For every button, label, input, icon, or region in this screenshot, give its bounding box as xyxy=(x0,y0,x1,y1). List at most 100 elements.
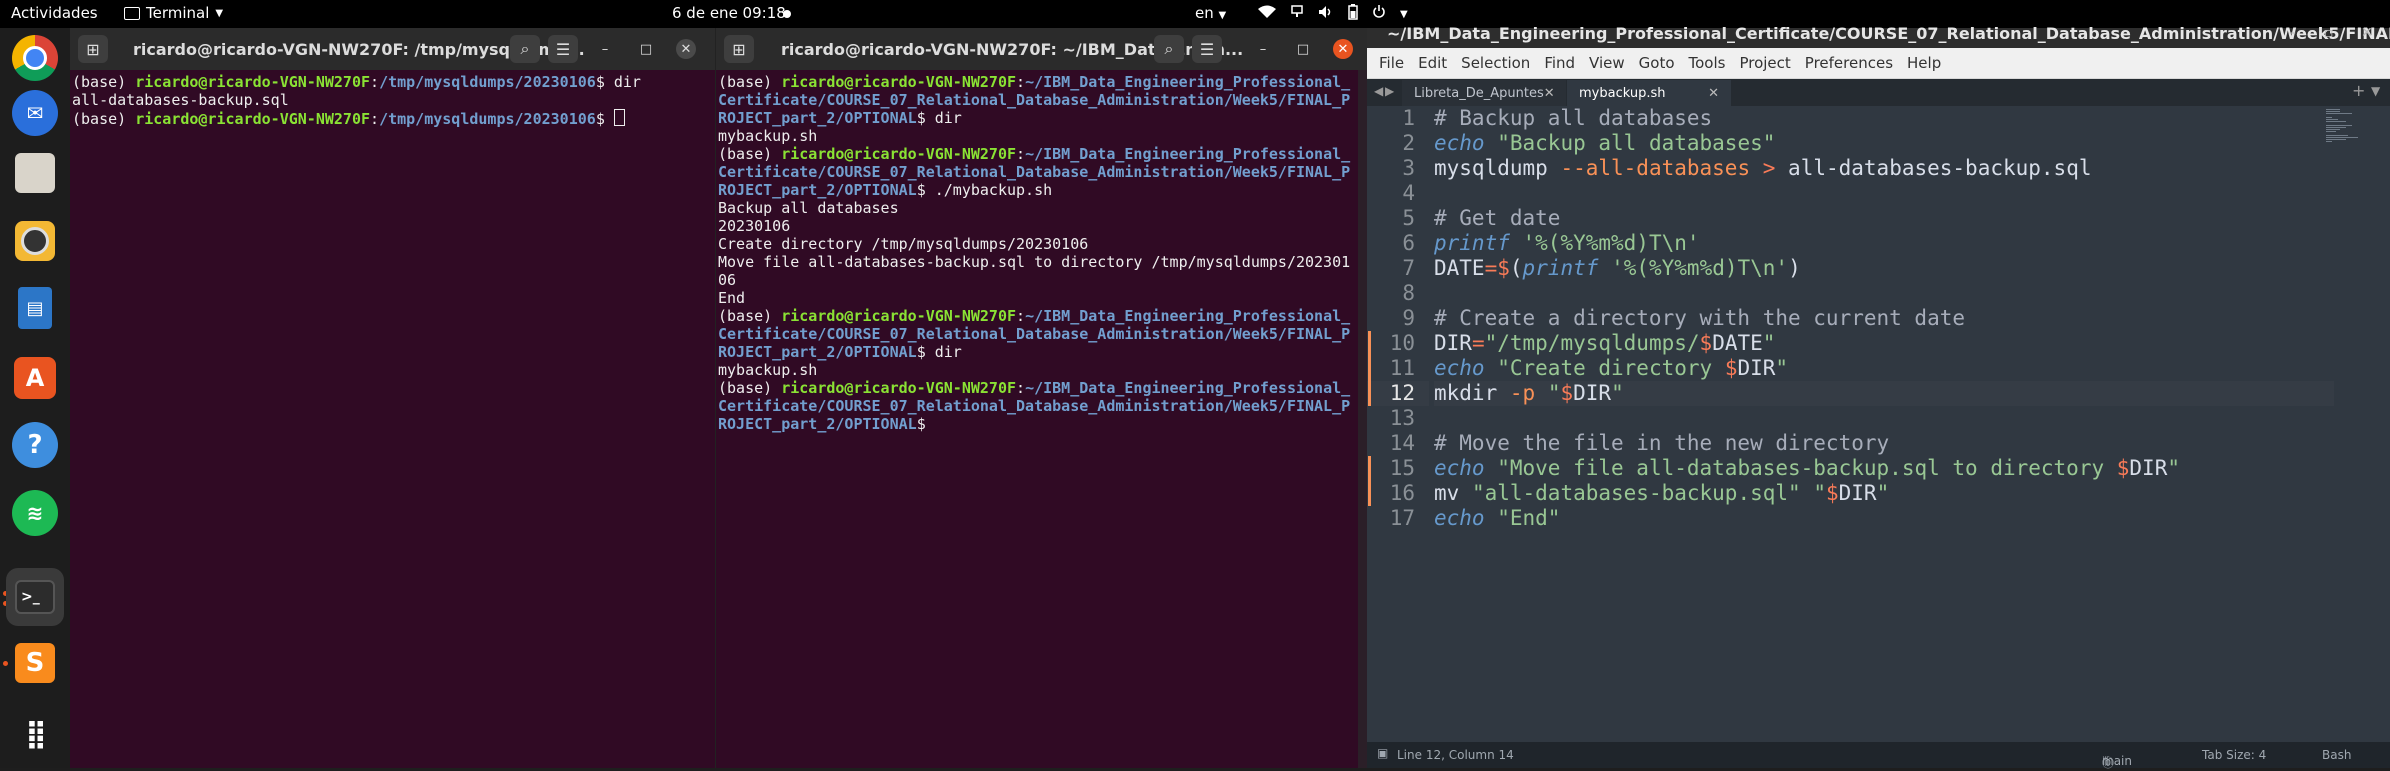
dock: ✉ ▤ A ? ≋ >_ S ⣿ xyxy=(0,28,70,768)
menu-tools[interactable]: Tools xyxy=(1689,54,1726,72)
menu-view[interactable]: View xyxy=(1589,54,1625,72)
tab-nav-right-icon[interactable]: ▶ xyxy=(1385,84,1394,98)
code-token: all-databases-backup.sql xyxy=(1775,156,2092,180)
tab-nav-left-icon[interactable]: ◀ xyxy=(1374,84,1383,98)
close-button[interactable]: ✕ xyxy=(2361,25,2373,41)
search-button[interactable]: ⌕ xyxy=(510,35,540,63)
terminal-line: (base) ricardo@ricardo-VGN-NW270F:~/IBM_… xyxy=(718,73,1354,91)
system-tray[interactable]: ▼ xyxy=(1258,4,1408,24)
search-icon: ⌕ xyxy=(1164,39,1174,58)
sublime-window[interactable]: ~/IBM_Data_Engineering_Professional_Cert… xyxy=(1367,24,2390,770)
close-button[interactable]: ✕ xyxy=(676,39,696,59)
text-cursor xyxy=(613,109,625,126)
dock-rhythmbox[interactable] xyxy=(10,216,60,266)
app-menu[interactable]: Terminal ▼ xyxy=(124,4,223,22)
code-token: DATE xyxy=(1712,331,1763,355)
maximize-button[interactable]: ▫ xyxy=(2324,25,2334,41)
terminal-window-right[interactable]: ⊞ ricardo@ricardo-VGN-NW270F: ~/IBM_Data… xyxy=(715,28,1368,768)
dock-spotify[interactable]: ≋ xyxy=(10,488,60,538)
menu-find[interactable]: Find xyxy=(1544,54,1575,72)
code-token: # Backup all databases xyxy=(1434,106,1713,130)
line-number: 3 xyxy=(1402,156,1415,180)
running-indicator xyxy=(3,661,8,666)
tab-libreta[interactable]: Libreta_De_Apuntes ✕ xyxy=(1402,80,1566,106)
code-area[interactable]: # Backup all databases echo "Backup all d… xyxy=(1434,106,2334,531)
sublime-title: ~/IBM_Data_Engineering_Professional_Cert… xyxy=(1387,24,2390,43)
code-token: echo xyxy=(1434,456,1485,480)
new-tab-icon[interactable]: + xyxy=(2352,81,2365,100)
syntax-selector[interactable]: Bash xyxy=(2322,748,2351,762)
dock-mail[interactable]: ✉ xyxy=(10,88,60,138)
activities-button[interactable]: Actividades xyxy=(11,4,98,22)
dock-chrome[interactable] xyxy=(10,33,60,83)
dock-show-apps[interactable]: ⣿ xyxy=(10,708,60,758)
code-token: echo xyxy=(1434,131,1485,155)
menu-file[interactable]: File xyxy=(1379,54,1404,72)
prompt-path: Certificate/COURSE_07_Relational_Databas… xyxy=(718,397,1351,415)
tab-list-icon[interactable]: ▼ xyxy=(2371,84,2380,98)
wifi-icon xyxy=(1258,5,1276,23)
terminal-output[interactable]: (base) ricardo@ricardo-VGN-NW270F:/tmp/m… xyxy=(70,73,701,768)
code-token: mysqldump xyxy=(1434,156,1561,180)
minimap[interactable] xyxy=(2326,108,2388,144)
maximize-button[interactable]: □ xyxy=(1293,39,1313,59)
volume-icon xyxy=(1318,5,1334,23)
menu-edit[interactable]: Edit xyxy=(1418,54,1447,72)
mail-icon: ✉ xyxy=(12,90,58,136)
dock-sublime[interactable]: S xyxy=(10,638,60,688)
code-editor[interactable]: 1 2 3 4 5 6 7 8 9 10 11 12 13 14 15 16 17 # Backup all d… xyxy=(1367,106,2390,742)
tab-size[interactable]: Tab Size: 4 xyxy=(2202,748,2266,762)
code-token: DATE xyxy=(1434,256,1485,280)
search-button[interactable]: ⌕ xyxy=(1154,35,1184,63)
menu-selection[interactable]: Selection xyxy=(1461,54,1530,72)
command: $ ./mybackup.sh xyxy=(916,181,1053,199)
prompt-path: /tmp/mysqldumps/20230106 xyxy=(379,110,596,128)
dock-files[interactable] xyxy=(10,148,60,198)
hamburger-menu-button[interactable]: ☰ xyxy=(548,35,578,63)
menu-preferences[interactable]: Preferences xyxy=(1805,54,1893,72)
minimize-button[interactable]: – xyxy=(1253,39,1273,59)
dock-software[interactable]: A xyxy=(10,353,60,403)
code-token: # Create a directory with the current da… xyxy=(1434,306,1966,330)
prompt-path: /tmp/mysqldumps/20230106 xyxy=(379,73,596,91)
menu-project[interactable]: Project xyxy=(1739,54,1790,72)
output-text: mybackup.sh xyxy=(718,361,818,379)
close-tab-icon[interactable]: ✕ xyxy=(1544,86,1555,101)
maximize-button[interactable]: □ xyxy=(636,39,656,59)
dock-writer[interactable]: ▤ xyxy=(10,283,60,333)
status-bar: ▣ Line 12, Column 14 ᛘ main ⓪ Tab Size: … xyxy=(1367,742,2390,770)
prompt-path: Certificate/COURSE_07_Relational_Databas… xyxy=(718,163,1351,181)
terminal-output[interactable]: (base) ricardo@ricardo-VGN-NW270F:~/IBM_… xyxy=(716,73,1354,768)
new-tab-button[interactable]: ⊞ xyxy=(724,35,754,63)
terminal-line: Certificate/COURSE_07_Relational_Databas… xyxy=(718,397,1354,415)
code-token: " xyxy=(1762,331,1776,355)
code-line: DATE=$(printf '%(%Y%m%d)T\n') xyxy=(1434,256,2334,281)
clock[interactable]: 6 de ene 09:18 xyxy=(672,4,786,22)
menu-help[interactable]: Help xyxy=(1907,54,1941,72)
close-button[interactable]: ✕ xyxy=(1333,39,1353,59)
dock-help[interactable]: ? xyxy=(10,420,60,470)
language-indicator[interactable]: en ▼ xyxy=(1195,4,1226,22)
tab-label: mybackup.sh xyxy=(1579,85,1666,101)
prompt-env: (base) xyxy=(72,73,136,91)
terminal-window-left[interactable]: ⊞ ricardo@ricardo-VGN-NW270F: /tmp/mysql… xyxy=(70,28,715,768)
hamburger-menu-button[interactable]: ☰ xyxy=(1192,35,1222,63)
menu-goto[interactable]: Goto xyxy=(1639,54,1675,72)
minimize-button[interactable]: – xyxy=(2289,25,2296,41)
tab-mybackup[interactable]: mybackup.sh ✕ xyxy=(1567,80,1731,106)
new-tab-button[interactable]: ⊞ xyxy=(78,35,108,63)
code-token: -p xyxy=(1509,381,1536,405)
code-token: "Backup all databases" xyxy=(1497,131,1776,155)
dock-terminal[interactable]: >_ xyxy=(6,568,64,626)
terminal-line: Backup all databases xyxy=(718,199,1354,217)
minimize-button[interactable]: – xyxy=(595,39,615,59)
close-tab-icon[interactable]: ✕ xyxy=(1708,86,1719,101)
battery-icon xyxy=(1348,4,1358,24)
panel-toggle-icon[interactable]: ▣ xyxy=(1377,746,1388,760)
prompt-env: (base) xyxy=(718,307,782,325)
line-number: 17 xyxy=(1389,506,1415,530)
